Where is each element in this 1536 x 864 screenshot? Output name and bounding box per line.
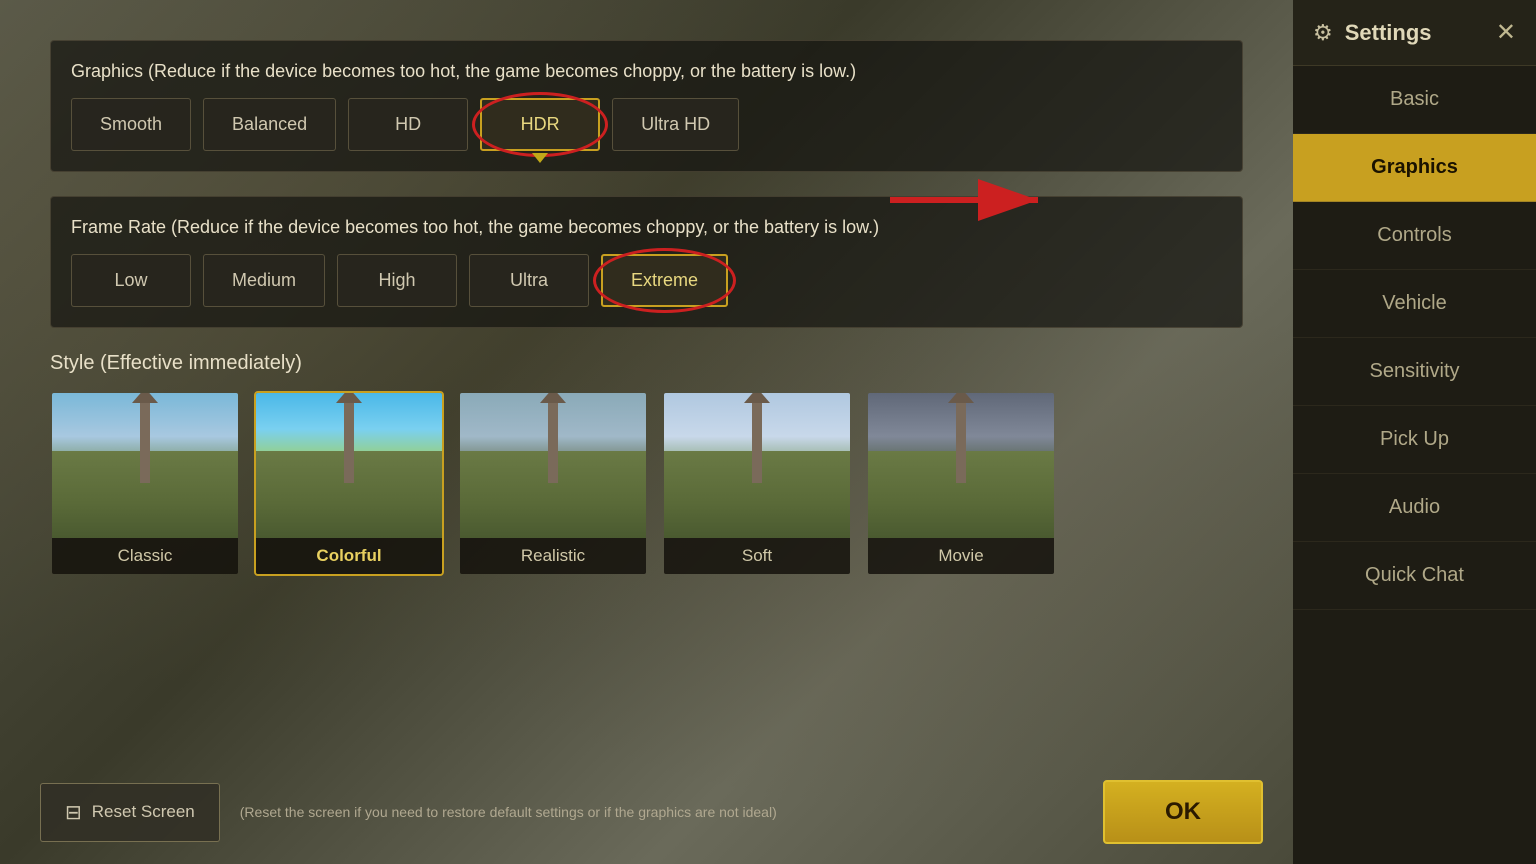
reset-label: Reset Screen bbox=[92, 802, 195, 822]
style-section: Style (Effective immediately) Classic Co… bbox=[50, 352, 1243, 576]
frame-rate-buttons: Low Medium High Ultra Extreme bbox=[71, 254, 1222, 307]
frame-rate-box: Frame Rate (Reduce if the device becomes… bbox=[50, 196, 1243, 328]
style-realistic-img bbox=[460, 393, 646, 538]
nav-items: Basic Graphics Controls Vehicle Sensitiv… bbox=[1293, 66, 1536, 864]
sidebar-item-audio[interactable]: Audio bbox=[1293, 474, 1536, 542]
style-colorful-label: Colorful bbox=[256, 538, 442, 574]
bottom-bar: ⊟ Reset Screen (Reset the screen if you … bbox=[40, 780, 1263, 844]
graphics-quality-box: Graphics (Reduce if the device becomes t… bbox=[50, 40, 1243, 172]
high-btn[interactable]: High bbox=[337, 254, 457, 307]
sidebar-item-vehicle[interactable]: Vehicle bbox=[1293, 270, 1536, 338]
ultra-hd-btn[interactable]: Ultra HD bbox=[612, 98, 739, 151]
sidebar-item-sensitivity[interactable]: Sensitivity bbox=[1293, 338, 1536, 406]
hd-btn[interactable]: HD bbox=[348, 98, 468, 151]
style-movie-label: Movie bbox=[868, 538, 1054, 574]
style-soft-card[interactable]: Soft bbox=[662, 391, 852, 576]
sidebar-item-pickup[interactable]: Pick Up bbox=[1293, 406, 1536, 474]
settings-title: Settings bbox=[1345, 20, 1432, 46]
low-btn[interactable]: Low bbox=[71, 254, 191, 307]
style-soft-label: Soft bbox=[664, 538, 850, 574]
reset-icon: ⊟ bbox=[65, 800, 82, 825]
sidebar: ⚙ Settings ✕ Basic Graphics Controls Veh… bbox=[1293, 0, 1536, 864]
graphics-quality-label: Graphics (Reduce if the device becomes t… bbox=[71, 61, 1222, 82]
sidebar-item-controls[interactable]: Controls bbox=[1293, 202, 1536, 270]
style-grid: Classic Colorful Realistic Soft bbox=[50, 391, 1243, 576]
sidebar-item-graphics[interactable]: Graphics bbox=[1293, 134, 1536, 202]
ultra-btn[interactable]: Ultra bbox=[469, 254, 589, 307]
frame-rate-section: Frame Rate (Reduce if the device becomes… bbox=[50, 196, 1243, 328]
style-colorful-card[interactable]: Colorful bbox=[254, 391, 444, 576]
style-movie-card[interactable]: Movie bbox=[866, 391, 1056, 576]
style-realistic-card[interactable]: Realistic bbox=[458, 391, 648, 576]
tower-colorful bbox=[344, 403, 354, 483]
reset-description: (Reset the screen if you need to restore… bbox=[240, 804, 1083, 820]
reset-screen-button[interactable]: ⊟ Reset Screen bbox=[40, 783, 220, 842]
tower-realistic bbox=[548, 403, 558, 483]
close-button[interactable]: ✕ bbox=[1496, 18, 1516, 47]
balanced-btn[interactable]: Balanced bbox=[203, 98, 336, 151]
tower-soft bbox=[752, 403, 762, 483]
graphics-quality-section: Graphics (Reduce if the device becomes t… bbox=[50, 40, 1243, 172]
sidebar-item-quickchat[interactable]: Quick Chat bbox=[1293, 542, 1536, 610]
style-classic-img bbox=[52, 393, 238, 538]
tower-classic bbox=[140, 403, 150, 483]
style-soft-img bbox=[664, 393, 850, 538]
tower-movie bbox=[956, 403, 966, 483]
style-classic-card[interactable]: Classic bbox=[50, 391, 240, 576]
medium-btn[interactable]: Medium bbox=[203, 254, 325, 307]
frame-rate-label: Frame Rate (Reduce if the device becomes… bbox=[71, 217, 1222, 238]
style-realistic-label: Realistic bbox=[460, 538, 646, 574]
down-arrow bbox=[532, 153, 548, 163]
style-movie-img bbox=[868, 393, 1054, 538]
gear-icon: ⚙ bbox=[1313, 20, 1333, 46]
ok-button[interactable]: OK bbox=[1103, 780, 1263, 844]
sidebar-item-basic[interactable]: Basic bbox=[1293, 66, 1536, 134]
style-classic-label: Classic bbox=[52, 538, 238, 574]
hdr-btn[interactable]: HDR bbox=[480, 98, 600, 151]
smooth-btn[interactable]: Smooth bbox=[71, 98, 191, 151]
extreme-btn[interactable]: Extreme bbox=[601, 254, 728, 307]
settings-title-group: ⚙ Settings bbox=[1313, 20, 1432, 46]
main-panel: Graphics (Reduce if the device becomes t… bbox=[0, 0, 1293, 864]
style-colorful-img bbox=[256, 393, 442, 538]
settings-header: ⚙ Settings ✕ bbox=[1293, 0, 1536, 66]
style-title: Style (Effective immediately) bbox=[50, 352, 1243, 375]
graphics-quality-buttons: Smooth Balanced HD HDR Ultra HD bbox=[71, 98, 1222, 151]
